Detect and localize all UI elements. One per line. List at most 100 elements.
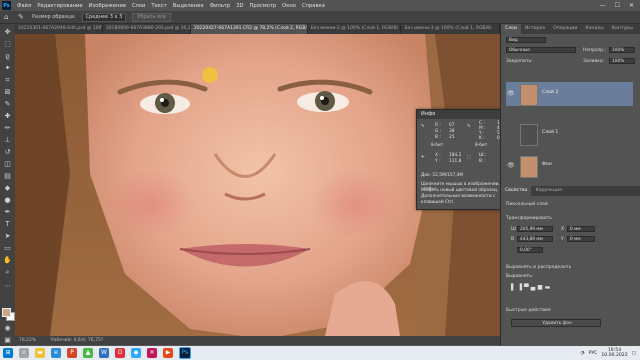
clear-all-button[interactable]: Убрать все [132,12,171,22]
tab-channels[interactable]: Каналы [581,24,607,34]
document-tab[interactable]: Без имени-2 @ 100% (Слой 1, RGB/8) × [307,24,402,34]
y-field[interactable]: 0 мм [567,236,595,242]
marquee-tool-icon[interactable]: ⬚ [2,40,13,49]
document-tab[interactable]: 20180806-667A3880-293.psd @ 30,2% (Слой … [102,24,191,34]
menu-layer[interactable]: Слои [129,3,148,9]
height-field[interactable]: 443,89 мм [517,236,553,242]
tab-properties[interactable]: Свойства [501,186,532,196]
info-bit-depth: 8-бит [475,143,488,148]
app-icon[interactable]: ▲ [83,348,93,358]
app-icon[interactable]: ◆ [131,348,141,358]
windows-start-icon[interactable]: ⊞ [3,348,13,358]
tab-layers[interactable]: Слои [501,24,521,34]
menu-3d[interactable]: 3D [233,3,246,9]
quick-select-tool-icon[interactable]: ✦ [2,64,13,73]
home-icon[interactable]: ⌂ [4,13,12,21]
blur-tool-icon[interactable]: ◆ [2,184,13,193]
hand-tool-icon[interactable]: ✋ [2,256,13,265]
menu-filter[interactable]: Фильтр [207,3,234,9]
info-bit-depth: 8-бит [431,143,444,148]
tab-paths[interactable]: Контуры [608,24,637,34]
visibility-eye-icon[interactable]: 👁 [507,162,515,169]
file-explorer-icon[interactable]: ▬ [35,348,45,358]
document-tab[interactable]: Без имени-3 @ 100% (Слой 1, RGB/8) [401,24,500,34]
angle-field[interactable]: 0,00° [517,247,543,253]
lasso-tool-icon[interactable]: ϱ [2,52,13,61]
visibility-eye-icon[interactable]: 👁 [507,90,515,97]
sample-size-select[interactable]: Среднее 3 х 3 [81,12,127,22]
tab-history[interactable]: История [521,24,549,34]
photoshop-logo[interactable]: Ps [2,1,11,10]
gradient-tool-icon[interactable]: ▤ [2,172,13,181]
type-tool-icon[interactable]: T [2,220,13,229]
layer-row-selected[interactable]: 👁 Слой 2 [506,82,633,106]
healing-tool-icon[interactable]: ✚ [2,112,13,121]
crosshair-icon: ✛ [421,155,425,160]
blend-mode-select[interactable]: Обычные [506,47,576,53]
menu-window[interactable]: Окно [279,3,299,9]
history-brush-tool-icon[interactable]: ↺ [2,148,13,157]
move-tool-icon[interactable]: ✥ [2,28,13,37]
layer-row[interactable]: Слой 1 [506,122,633,146]
align-icons[interactable]: ▌ ▐ ▀ ▄ ■ ▬ [511,284,550,291]
more-tools-icon[interactable]: ⋯ [2,282,13,291]
document-info[interactable]: Рабочий: 4,6/4; 76,75? [51,336,103,345]
search-icon[interactable]: ⌕ [19,348,29,358]
eraser-tool-icon[interactable]: ◫ [2,160,13,169]
x-field[interactable]: 0 мм [567,226,595,232]
zoom-level[interactable]: 78,22% [19,336,36,345]
menu-view[interactable]: Просмотр [247,3,280,9]
screen-mode-icon[interactable]: ▣ [2,336,13,345]
brush-tool-icon[interactable]: ✏ [2,124,13,133]
clock[interactable]: 19:54 10.06.2022 [601,348,627,358]
minimize-button[interactable]: — [600,2,606,9]
close-button[interactable]: ✕ [629,2,634,9]
eyedropper-tool-icon[interactable]: ✎ [2,100,13,109]
menu-edit[interactable]: Редактирование [34,3,85,9]
tab-adjustments[interactable]: Коррекция [531,186,565,196]
crop-tool-icon[interactable]: ⌗ [2,76,13,85]
language-indicator[interactable]: РУС [589,351,598,356]
document-tab[interactable]: 20220301-667A2948-Edit.psd @ 100% (Слой … [15,24,103,34]
opacity-field[interactable]: 100% [609,47,635,53]
document-tabs: 20220301-667A2948-Edit.psd @ 100% (Слой … [15,24,500,34]
photoshop-taskbar-icon[interactable]: Ps [179,347,191,359]
app-icon[interactable]: ✕ [147,348,157,358]
fill-field[interactable]: 100% [609,58,635,64]
info-k-label: K : [479,136,485,141]
menu-file[interactable]: Файл [14,3,34,9]
remove-background-button[interactable]: Удалить фон [511,319,601,327]
menu-help[interactable]: Справка [299,3,328,9]
info-hint: Дополнительные возможности с [421,194,496,199]
width-field[interactable]: 205,99 мм [517,226,553,232]
layers-panel-tabs: Слои История Операции Каналы Контуры [501,24,640,34]
layer-row[interactable]: 👁 Фон [506,154,633,178]
powerpoint-icon[interactable]: P [67,348,77,358]
info-x-label: X : [435,153,441,158]
app-icon[interactable]: ▶ [163,348,173,358]
frame-tool-icon[interactable]: ⊠ [2,88,13,97]
document-tab-active[interactable]: 20220427-667A1391.CR2 @ 78,2% (Слой 2, R… [190,24,308,34]
edge-icon[interactable]: e [51,348,61,358]
info-r-value: 67 [449,123,455,128]
notifications-icon[interactable]: ▢ [632,351,636,356]
word-icon[interactable]: W [99,348,109,358]
menu-type[interactable]: Текст [148,3,169,9]
zoom-tool-icon[interactable]: ⌕ [2,268,13,277]
layer-filter-select[interactable]: Вид [506,37,546,43]
info-panel-title[interactable]: Инфо [417,110,513,119]
network-icon[interactable]: ◔ [581,351,585,356]
path-select-tool-icon[interactable]: ➤ [2,232,13,241]
foreground-color-swatch[interactable] [2,308,11,317]
menu-select[interactable]: Выделение [170,3,207,9]
rectangle-tool-icon[interactable]: ▭ [2,244,13,253]
maximize-button[interactable]: ☐ [615,2,620,9]
tab-actions[interactable]: Операции [549,24,581,34]
quick-mask-icon[interactable]: ◉ [2,324,13,333]
menu-image[interactable]: Изображение [86,3,129,9]
pen-tool-icon[interactable]: ✒ [2,208,13,217]
stamp-tool-icon[interactable]: ⊥ [2,136,13,145]
eyedropper-icon[interactable]: ✎ [18,13,26,21]
dodge-tool-icon[interactable]: ● [2,196,13,205]
opera-icon[interactable]: O [115,348,125,358]
